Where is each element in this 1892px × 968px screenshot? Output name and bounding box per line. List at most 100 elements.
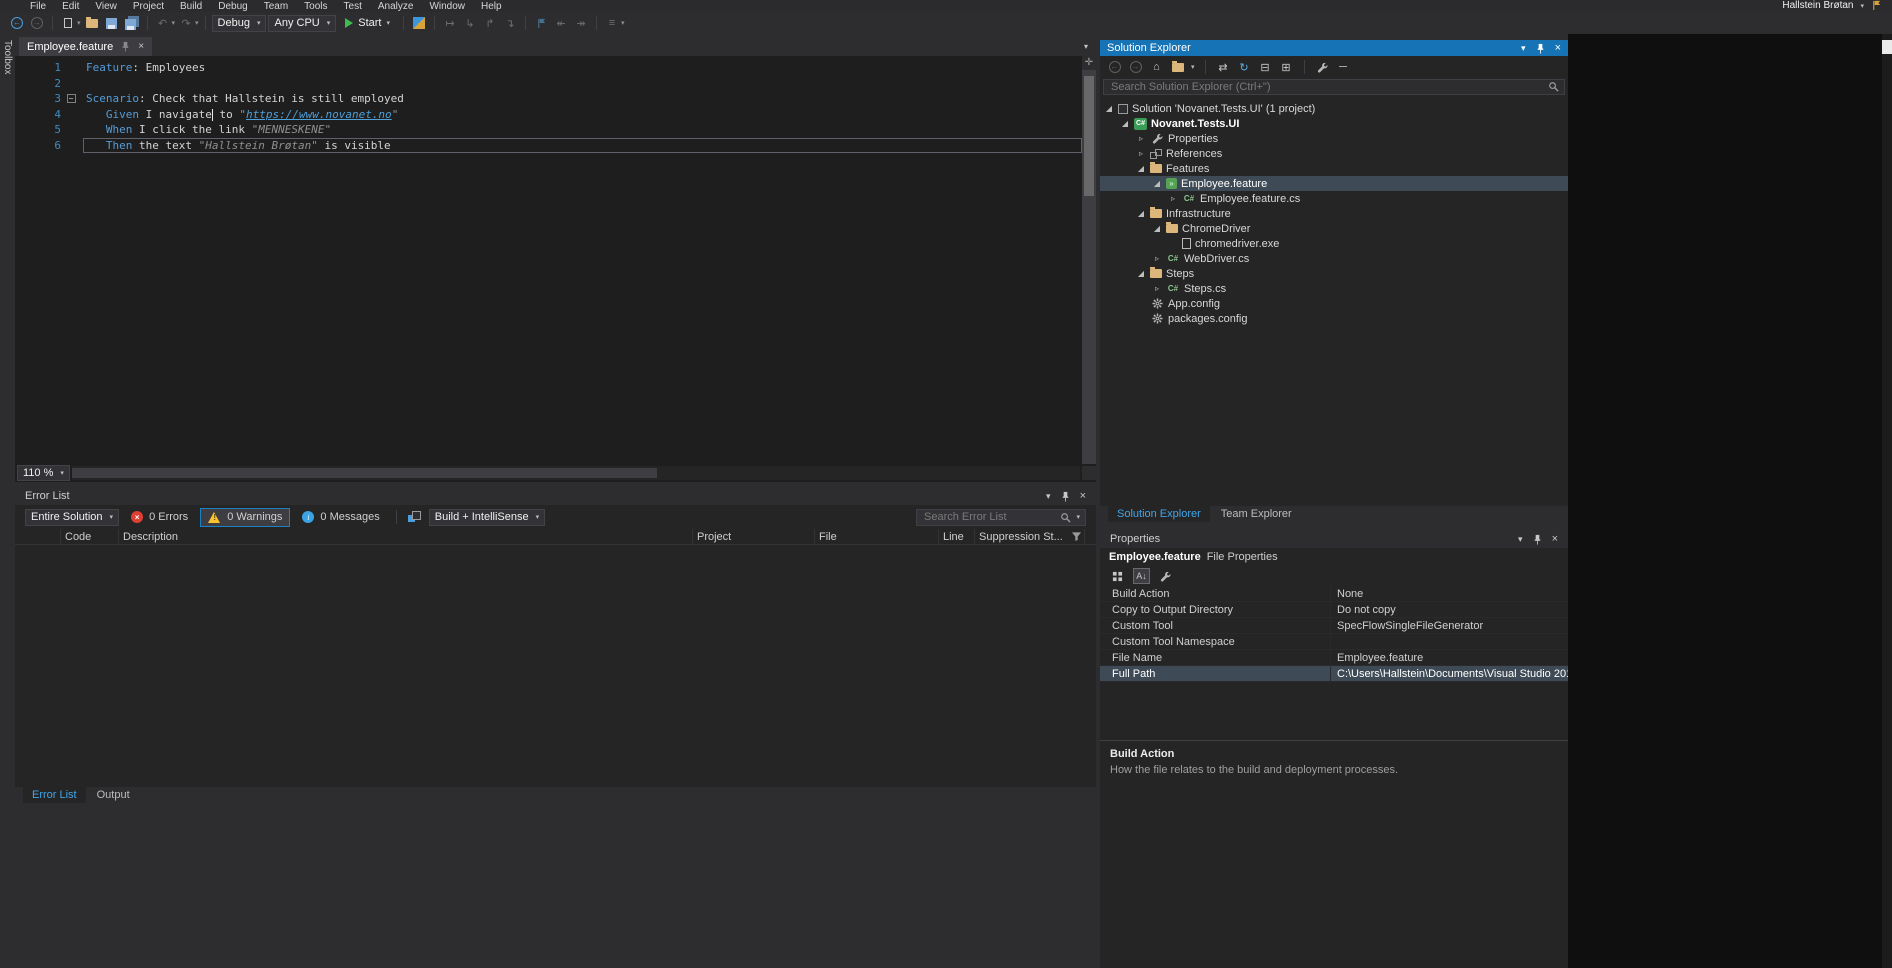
tree-item-packages-config[interactable]: packages.config <box>1100 311 1568 326</box>
window-position-icon[interactable]: ▾ <box>1521 43 1526 54</box>
menu-view[interactable]: View <box>87 1 125 12</box>
editor-vertical-scrollbar[interactable]: ✛ <box>1082 56 1096 464</box>
tab-output[interactable]: Output <box>88 787 139 803</box>
tree-item-properties[interactable]: ▹Properties <box>1100 131 1568 146</box>
editor-horizontal-scrollbar[interactable] <box>72 466 1080 480</box>
signed-in-user[interactable]: Hallstein Brøtan <box>1782 0 1853 11</box>
column-file[interactable]: File <box>815 529 939 544</box>
properties-object-selector[interactable]: Employee.feature File Properties <box>1100 548 1568 566</box>
editor-line-2[interactable]: 2 <box>15 76 1082 92</box>
close-panel-icon[interactable]: × <box>1555 42 1561 54</box>
toolbar-options-icon[interactable]: ▾ <box>621 19 625 27</box>
clear-filters-icon[interactable] <box>406 509 424 525</box>
document-tab-employee-feature[interactable]: Employee.feature × <box>19 37 152 56</box>
menu-tools[interactable]: Tools <box>296 1 335 12</box>
tree-item-app-config[interactable]: App.config <box>1100 296 1568 311</box>
collapse-icon[interactable]: ◢ <box>1136 164 1146 173</box>
property-row-copy-to-output-directory[interactable]: Copy to Output DirectoryDo not copy <box>1100 602 1568 618</box>
new-file-dropdown-icon[interactable]: ▾ <box>77 19 81 27</box>
collapse-all-icon[interactable]: ⊟ <box>1258 60 1273 75</box>
errorlist-scope-select[interactable]: Entire Solution▾ <box>25 509 119 526</box>
code-editor[interactable]: 1Feature: Employees23−Scenario: Check th… <box>15 56 1096 464</box>
tab-solution-explorer[interactable]: Solution Explorer <box>1108 506 1210 522</box>
expand-icon[interactable]: ▹ <box>1152 254 1162 263</box>
refresh-icon[interactable]: ↻ <box>1237 60 1252 75</box>
column-suppression-st[interactable]: Suppression St... <box>975 529 1085 544</box>
expand-icon[interactable]: ▹ <box>1152 284 1162 293</box>
collapse-icon[interactable]: ◢ <box>1152 224 1162 233</box>
column-description[interactable]: Description <box>119 529 693 544</box>
tree-item-novanet-tests-ui[interactable]: ◢C#Novanet.Tests.UI <box>1100 116 1568 131</box>
fold-collapse-icon[interactable]: − <box>67 94 76 103</box>
next-bookmark-icon[interactable]: ↠ <box>572 15 590 31</box>
property-row-full-path[interactable]: Full PathC:\Users\Hallstein\Documents\Vi… <box>1100 666 1568 682</box>
bookmark-icon[interactable] <box>532 15 550 31</box>
redo-dropdown-icon[interactable]: ▾ <box>195 19 199 27</box>
switch-views-icon[interactable] <box>1170 60 1185 75</box>
tree-item-chromedriver[interactable]: ◢ChromeDriver <box>1100 221 1568 236</box>
forward-icon[interactable]: → <box>1128 60 1143 75</box>
tree-item-employee-feature[interactable]: ◢»Employee.feature <box>1100 176 1568 191</box>
vertical-scrollbar-thumb[interactable] <box>1084 76 1094 196</box>
tree-item-infrastructure[interactable]: ◢Infrastructure <box>1100 206 1568 221</box>
start-debugging-button[interactable]: Start ▾ <box>338 14 397 32</box>
properties-icon[interactable] <box>1315 60 1330 75</box>
undo-icon[interactable]: ↶ <box>154 15 172 31</box>
column-severity[interactable] <box>27 529 61 544</box>
save-icon[interactable] <box>103 15 121 31</box>
tree-item-employee-feature-cs[interactable]: ▹C#Employee.feature.cs <box>1100 191 1568 206</box>
property-row-file-name[interactable]: File NameEmployee.feature <box>1100 650 1568 666</box>
property-pages-icon[interactable] <box>1157 568 1174 584</box>
horizontal-scrollbar-thumb[interactable] <box>72 468 657 478</box>
close-panel-icon[interactable]: × <box>1552 533 1558 545</box>
search-icon[interactable] <box>1060 511 1071 523</box>
notification-flag-icon[interactable] <box>1871 0 1882 11</box>
menu-team[interactable]: Team <box>256 1 296 12</box>
tree-item-steps[interactable]: ◢Steps <box>1100 266 1568 281</box>
new-file-icon[interactable] <box>59 15 77 31</box>
menu-test[interactable]: Test <box>336 1 370 12</box>
document-list-dropdown-icon[interactable]: ▾ <box>1084 42 1088 51</box>
navigate-forward-icon[interactable]: → <box>28 15 46 31</box>
collapse-icon[interactable]: ◢ <box>1120 119 1130 128</box>
sync-with-active-document-icon[interactable]: ⇄ <box>1216 60 1231 75</box>
tree-item-steps-cs[interactable]: ▹C#Steps.cs <box>1100 281 1568 296</box>
search-icon[interactable] <box>1548 78 1559 96</box>
performance-profiler-icon[interactable] <box>410 15 428 31</box>
column-code[interactable]: Code <box>61 529 119 544</box>
home-icon[interactable]: ⌂ <box>1149 60 1164 75</box>
keep-open-icon[interactable] <box>120 41 131 52</box>
search-options-icon[interactable]: ▾ <box>1076 513 1080 521</box>
expand-icon[interactable]: ▹ <box>1136 134 1146 143</box>
editor-line-4[interactable]: 4 Given I navigate to "https://www.novan… <box>15 107 1082 123</box>
errorlist-source-select[interactable]: Build + IntelliSense▾ <box>429 509 545 526</box>
column-line[interactable]: Line <box>939 529 975 544</box>
menu-project[interactable]: Project <box>125 1 172 12</box>
show-next-statement-icon[interactable]: ↦ <box>441 15 459 31</box>
preview-selected-items-icon[interactable]: ─ <box>1336 60 1351 75</box>
tree-item-webdriver-cs[interactable]: ▹C#WebDriver.cs <box>1100 251 1568 266</box>
undo-dropdown-icon[interactable]: ▾ <box>172 19 176 27</box>
property-row-custom-tool-namespace[interactable]: Custom Tool Namespace <box>1100 634 1568 650</box>
messages-filter-button[interactable]: i0 Messages <box>295 508 386 527</box>
previous-bookmark-icon[interactable]: ↞ <box>552 15 570 31</box>
open-file-icon[interactable] <box>83 15 101 31</box>
save-all-icon[interactable] <box>123 15 141 31</box>
menu-help[interactable]: Help <box>473 1 510 12</box>
close-panel-icon[interactable]: × <box>1080 490 1086 502</box>
property-row-custom-tool[interactable]: Custom ToolSpecFlowSingleFileGenerator <box>1100 618 1568 634</box>
filter-funnel-icon[interactable] <box>1071 531 1082 543</box>
alphabetical-sort-icon[interactable]: A↓ <box>1133 568 1150 584</box>
navigate-back-icon[interactable]: ← <box>8 15 26 31</box>
collapse-icon[interactable]: ◢ <box>1104 104 1114 113</box>
pin-icon[interactable] <box>1532 533 1543 544</box>
menu-debug[interactable]: Debug <box>210 1 255 12</box>
property-row-build-action[interactable]: Build ActionNone <box>1100 586 1568 602</box>
errors-filter-button[interactable]: ×0 Errors <box>124 508 195 527</box>
menu-edit[interactable]: Edit <box>54 1 87 12</box>
collapse-icon[interactable]: ◢ <box>1152 179 1162 188</box>
redo-icon[interactable]: ↷ <box>177 15 195 31</box>
tree-item-features[interactable]: ◢Features <box>1100 161 1568 176</box>
step-into-icon[interactable]: ↳ <box>461 15 479 31</box>
step-over-icon[interactable]: ↱ <box>481 15 499 31</box>
